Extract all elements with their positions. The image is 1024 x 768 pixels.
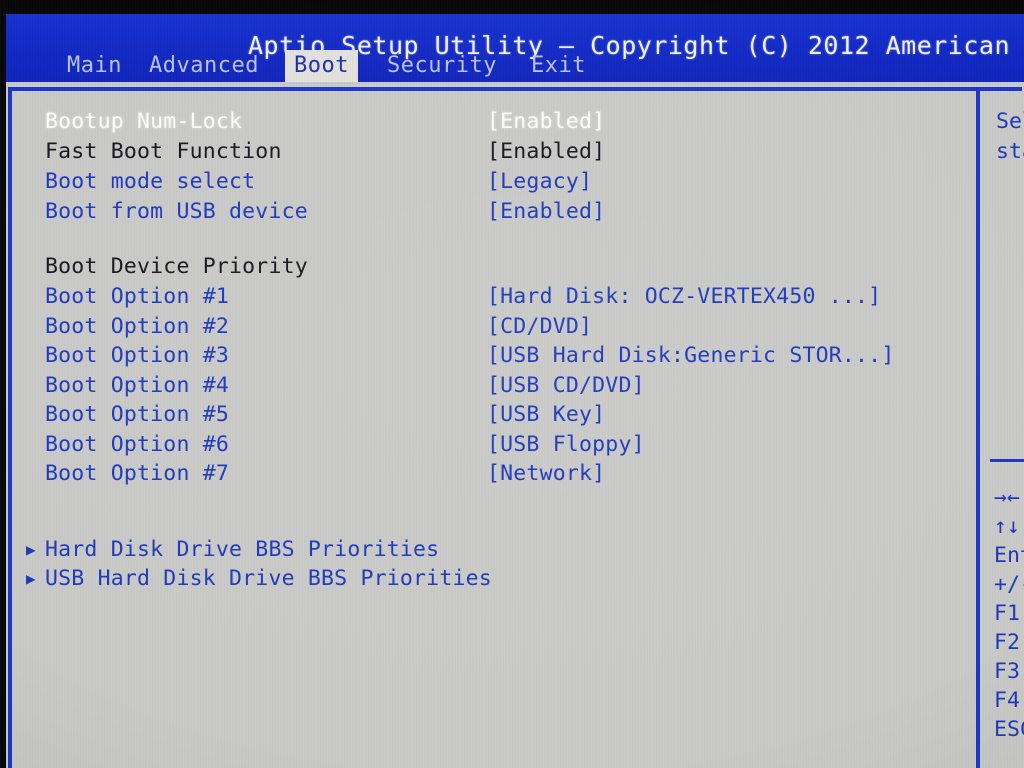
boot-option-2-value[interactable]: [CD/DVD] — [487, 312, 592, 342]
setting-bootup-num-lock[interactable]: Bootup Num-Lock [Enabled] — [12, 107, 962, 137]
key-hint-separator: : — [1020, 688, 1024, 713]
setting-bootup-num-lock-value[interactable]: [Enabled] — [487, 107, 605, 137]
key-hint-label: F1 — [994, 601, 1020, 626]
setting-boot-mode-select[interactable]: Boot mode select [Legacy] — [12, 167, 962, 197]
key-hint-separator: : — [1020, 601, 1024, 626]
setting-bootup-num-lock-label: Bootup Num-Lock — [45, 109, 243, 134]
setting-boot-mode-select-label: Boot mode select — [45, 169, 256, 194]
key-hint-esc: ESC: — [994, 715, 1024, 745]
boot-option-3-value[interactable]: [USB Hard Disk:Generic STOR...] — [487, 341, 894, 371]
key-hint-label: →← — [994, 485, 1020, 510]
monitor-bezel-top — [0, 0, 1024, 14]
boot-option-6[interactable]: Boot Option #6 [USB Floppy] — [12, 430, 962, 460]
key-hint-label: F4 — [994, 688, 1020, 713]
setting-fast-boot-function-value[interactable]: [Enabled] — [487, 137, 605, 167]
setting-fast-boot-function[interactable]: Fast Boot Function [Enabled] — [12, 137, 962, 167]
boot-option-4-value[interactable]: [USB CD/DVD] — [487, 371, 645, 401]
key-hint-separator: : — [1020, 514, 1024, 539]
key-hint-f2: F2: — [994, 628, 1024, 658]
boot-option-3[interactable]: Boot Option #3 [USB Hard Disk:Generic STO… — [12, 341, 962, 371]
key-hint-separator: : — [1020, 485, 1024, 510]
boot-option-7-value[interactable]: [Network] — [487, 459, 605, 489]
boot-option-4-label: Boot Option #4 — [45, 373, 230, 398]
boot-option-5-value[interactable]: [USB Key] — [487, 400, 605, 430]
boot-option-5-label: Boot Option #5 — [45, 402, 230, 427]
boot-option-4[interactable]: Boot Option #4 [USB CD/DVD] — [12, 371, 962, 401]
key-hint-label: Ente — [994, 543, 1024, 568]
setting-boot-from-usb-device-value[interactable]: [Enabled] — [487, 197, 605, 227]
help-description-line: sta — [996, 139, 1024, 164]
key-hint-label: ↑↓ — [994, 514, 1020, 539]
boot-option-1-value[interactable]: [Hard Disk: OCZ-VERTEX450 ...] — [487, 282, 881, 312]
submenu-hard-disk-drive-bbs-priorities[interactable]: ▶ Hard Disk Drive BBS Priorities — [12, 535, 962, 565]
tab-exit[interactable]: Exit — [522, 50, 595, 82]
key-hint-label: ESC — [994, 717, 1024, 742]
tab-advanced[interactable]: Advanced — [140, 50, 268, 82]
submenu-arrow-icon: ▶ — [26, 540, 36, 559]
boot-option-1-label: Boot Option #1 — [45, 284, 230, 309]
key-hint-separator: : — [1020, 630, 1024, 655]
key-hint-f1: F1: — [994, 599, 1024, 629]
boot-option-5[interactable]: Boot Option #5 [USB Key] — [12, 400, 962, 430]
boot-option-2-label: Boot Option #2 — [45, 314, 230, 339]
help-description-line: Sel — [996, 109, 1024, 134]
monitor-bezel-left — [0, 0, 6, 768]
key-hint-f4: F4: — [994, 686, 1024, 716]
setting-fast-boot-function-label: Fast Boot Function — [45, 139, 282, 164]
key-hint-: +/-: — [994, 570, 1024, 600]
key-hint-label: +/- — [994, 572, 1024, 597]
boot-option-7-label: Boot Option #7 — [45, 461, 230, 486]
section-header-boot-device-priority: Boot Device Priority — [12, 252, 962, 282]
submenu-arrow-icon: ▶ — [26, 569, 36, 588]
setting-boot-from-usb-device-label: Boot from USB device — [45, 199, 308, 224]
key-hint-separator: : — [1020, 659, 1024, 684]
submenu-usb-hard-disk-drive-bbs-priorities[interactable]: ▶ USB Hard Disk Drive BBS Priorities — [12, 564, 962, 594]
key-hint-: →←: — [994, 483, 1024, 513]
tab-boot[interactable]: Boot — [285, 50, 358, 82]
boot-option-3-label: Boot Option #3 — [45, 343, 230, 368]
bios-setup-screen: Aptio Setup Utility – Copyright (C) 2012… — [0, 0, 1024, 768]
help-pane: Selsta→←:↑↓:Ente+/-:F1:F2:F3:F4:ESC: — [972, 91, 1024, 768]
boot-option-2[interactable]: Boot Option #2 [CD/DVD] — [12, 312, 962, 342]
key-hint-f3: F3: — [994, 657, 1024, 687]
settings-pane: Bootup Num-Lock [Enabled] Fast Boot Functi… — [12, 91, 962, 768]
key-hint-label: F2 — [994, 630, 1020, 655]
boot-option-6-label: Boot Option #6 — [45, 432, 230, 457]
submenu-usb-hard-disk-drive-bbs-priorities-label: USB Hard Disk Drive BBS Priorities — [45, 566, 492, 591]
help-pane-rule — [990, 459, 1024, 462]
tab-main[interactable]: Main — [58, 50, 131, 82]
menu-tabbar: Main Advanced Boot Security Exit — [0, 50, 1024, 82]
tab-security[interactable]: Security — [378, 50, 506, 82]
boot-option-1[interactable]: Boot Option #1 [Hard Disk: OCZ-VERTEX450 … — [12, 282, 962, 312]
key-hint-: ↑↓: — [994, 512, 1024, 542]
key-hint-ente: Ente — [994, 541, 1024, 571]
setting-boot-from-usb-device[interactable]: Boot from USB device [Enabled] — [12, 197, 962, 227]
section-header-label: Boot Device Priority — [45, 254, 308, 279]
key-hint-label: F3 — [994, 659, 1020, 684]
boot-option-7[interactable]: Boot Option #7 [Network] — [12, 459, 962, 489]
setting-boot-mode-select-value[interactable]: [Legacy] — [487, 167, 592, 197]
submenu-hard-disk-drive-bbs-priorities-label: Hard Disk Drive BBS Priorities — [45, 537, 440, 562]
boot-option-6-value[interactable]: [USB Floppy] — [487, 430, 645, 460]
